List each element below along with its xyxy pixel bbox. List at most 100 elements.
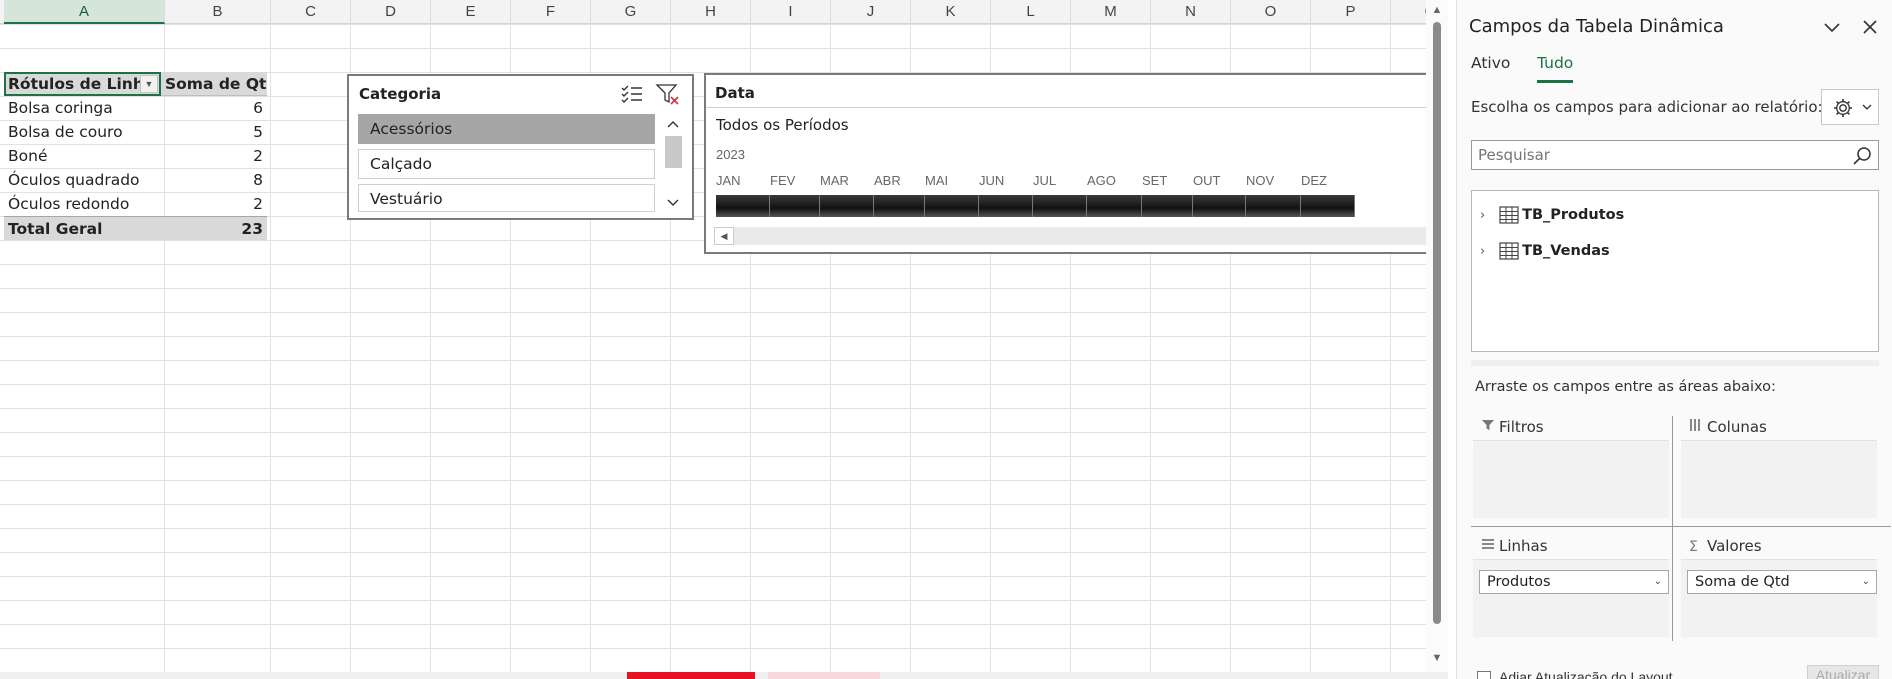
- worksheet[interactable]: ABCDEFGHIJKLMNOPQ Rótulos de Linha ▼ Som…: [0, 0, 1426, 672]
- columns-area[interactable]: Colunas: [1681, 418, 1881, 522]
- defer-layout-update[interactable]: Adiar Atualização do Layout: [1477, 669, 1673, 679]
- column-header-q[interactable]: Q: [1391, 0, 1426, 24]
- columns-drop-zone[interactable]: [1681, 440, 1877, 518]
- timeline-month-bar[interactable]: [820, 195, 874, 217]
- column-header-p[interactable]: P: [1311, 0, 1391, 24]
- pivot-sum-header[interactable]: Soma de Qtd: [161, 72, 267, 96]
- pivot-row-value[interactable]: 2: [161, 192, 267, 216]
- pivot-total-label[interactable]: Total Geral: [4, 216, 161, 240]
- column-header-l[interactable]: L: [991, 0, 1071, 24]
- search-input[interactable]: [1478, 144, 1838, 166]
- slicer-scrollbar[interactable]: [662, 116, 684, 214]
- column-header-a[interactable]: A: [4, 0, 165, 24]
- field-table-name: TB_Produtos: [1522, 207, 1625, 223]
- slicer-item[interactable]: Vestuário: [358, 184, 655, 212]
- column-header-o[interactable]: O: [1231, 0, 1311, 24]
- timeline-title: Data: [715, 84, 755, 102]
- vertical-scrollbar[interactable]: ▲ ▼: [1426, 0, 1448, 672]
- vertical-scroll-thumb[interactable]: [1433, 22, 1441, 624]
- chevron-down-icon[interactable]: [1819, 14, 1845, 40]
- column-header-n[interactable]: N: [1151, 0, 1231, 24]
- column-header-g[interactable]: G: [591, 0, 671, 24]
- clear-filter-icon[interactable]: [655, 82, 681, 106]
- row-labels-filter-button[interactable]: ▼: [140, 75, 158, 93]
- update-button[interactable]: Atualizar: [1807, 665, 1879, 679]
- chevron-right-icon[interactable]: ›: [1480, 240, 1494, 264]
- slicer-scroll-thumb[interactable]: [665, 136, 682, 168]
- field-table-item[interactable]: › TB_Produtos: [1480, 203, 1624, 227]
- field-search-box[interactable]: [1471, 140, 1879, 170]
- tab-ativo[interactable]: Ativo: [1471, 54, 1510, 72]
- field-list[interactable]: › TB_Produtos › TB_Vendas: [1471, 190, 1879, 352]
- scroll-left-icon[interactable]: ◀: [714, 227, 734, 245]
- timeline-month-label: JUN: [979, 173, 1005, 188]
- column-header-k[interactable]: K: [911, 0, 991, 24]
- pivot-row-label[interactable]: Bolsa coringa: [4, 96, 161, 120]
- chevron-down-icon[interactable]: ⌄: [1654, 571, 1662, 593]
- column-header-m[interactable]: M: [1071, 0, 1151, 24]
- tab-tudo[interactable]: Tudo: [1537, 54, 1573, 72]
- column-header-d[interactable]: D: [351, 0, 431, 24]
- slicer-item[interactable]: Acessórios: [358, 114, 655, 144]
- timeline-month-bar[interactable]: [1301, 195, 1355, 217]
- column-header-j[interactable]: J: [831, 0, 911, 24]
- column-header-h[interactable]: H: [671, 0, 751, 24]
- filters-drop-zone[interactable]: [1473, 440, 1669, 518]
- pivot-row-value[interactable]: 6: [161, 96, 267, 120]
- chevron-up-icon[interactable]: [667, 119, 679, 129]
- column-header-b[interactable]: B: [165, 0, 271, 24]
- rows-field-pill[interactable]: Produtos ⌄: [1479, 570, 1669, 594]
- chevron-right-icon[interactable]: ›: [1480, 204, 1494, 228]
- pivot-row-value[interactable]: 8: [161, 168, 267, 192]
- timeline-month-bar[interactable]: [1033, 195, 1087, 217]
- pane-title: Campos da Tabela Dinâmica: [1469, 16, 1724, 37]
- search-icon[interactable]: [1852, 146, 1872, 166]
- pivot-row-label[interactable]: Óculos redondo: [4, 192, 161, 216]
- data-timeline[interactable]: Data Todos os Períodos 2023 ◀ JAN FEV MAR A…: [704, 73, 1426, 254]
- timeline-month-bar[interactable]: [925, 195, 979, 217]
- values-drop-zone[interactable]: Soma de Qtd ⌄: [1681, 559, 1877, 637]
- column-header-c[interactable]: C: [271, 0, 351, 24]
- timeline-month-bar[interactable]: [1142, 195, 1193, 217]
- slicer-item[interactable]: Calçado: [358, 149, 655, 179]
- column-header-e[interactable]: E: [431, 0, 511, 24]
- field-list-settings-button[interactable]: [1821, 89, 1879, 125]
- timeline-month-bar[interactable]: [1193, 195, 1246, 217]
- categoria-slicer[interactable]: Categoria Acessórios Calçado Vestuário: [347, 74, 694, 220]
- pivot-row-label[interactable]: Boné: [4, 144, 161, 168]
- chevron-down-icon[interactable]: [667, 198, 679, 208]
- values-area[interactable]: Σ Valores Soma de Qtd ⌄: [1681, 537, 1881, 641]
- sheet-tab[interactable]: [768, 672, 880, 679]
- defer-update-checkbox[interactable]: [1477, 671, 1491, 679]
- pivot-row-value[interactable]: 2: [161, 144, 267, 168]
- filters-area-label: Filtros: [1481, 418, 1544, 436]
- multiselect-icon[interactable]: [619, 82, 645, 106]
- timeline-month-bar[interactable]: [979, 195, 1033, 217]
- timeline-month-bar[interactable]: [1087, 195, 1142, 217]
- pivot-row-label[interactable]: Bolsa de couro: [4, 120, 161, 144]
- pivot-row-label[interactable]: Óculos quadrado: [4, 168, 161, 192]
- pivot-row-value[interactable]: 5: [161, 120, 267, 144]
- pivot-row-labels-header[interactable]: Rótulos de Linha: [4, 72, 161, 96]
- chevron-down-icon[interactable]: ⌄: [1862, 571, 1870, 593]
- timeline-scrollbar[interactable]: ◀: [714, 227, 1426, 245]
- rows-area[interactable]: Linhas Produtos ⌄: [1473, 537, 1673, 641]
- pivot-total-value[interactable]: 23: [161, 216, 267, 240]
- close-icon[interactable]: [1857, 14, 1883, 40]
- column-header-f[interactable]: F: [511, 0, 591, 24]
- rows-drop-zone[interactable]: Produtos ⌄: [1473, 559, 1669, 637]
- field-table-item[interactable]: › TB_Vendas: [1480, 239, 1610, 263]
- pane-splitter[interactable]: [1471, 360, 1879, 366]
- table-icon: [1499, 206, 1519, 224]
- column-header-i[interactable]: I: [751, 0, 831, 24]
- timeline-month-bar[interactable]: [770, 195, 820, 217]
- scroll-down-icon[interactable]: ▼: [1430, 652, 1444, 666]
- timeline-month-bar[interactable]: [874, 195, 925, 217]
- scroll-up-icon[interactable]: ▲: [1430, 4, 1444, 18]
- timeline-month-bar[interactable]: [1246, 195, 1301, 217]
- timeline-month-bar[interactable]: [716, 195, 770, 217]
- values-field-pill[interactable]: Soma de Qtd ⌄: [1687, 570, 1877, 594]
- columns-area-label: Colunas: [1689, 418, 1767, 436]
- sheet-tab-active[interactable]: [627, 672, 755, 679]
- filters-area[interactable]: Filtros: [1473, 418, 1673, 522]
